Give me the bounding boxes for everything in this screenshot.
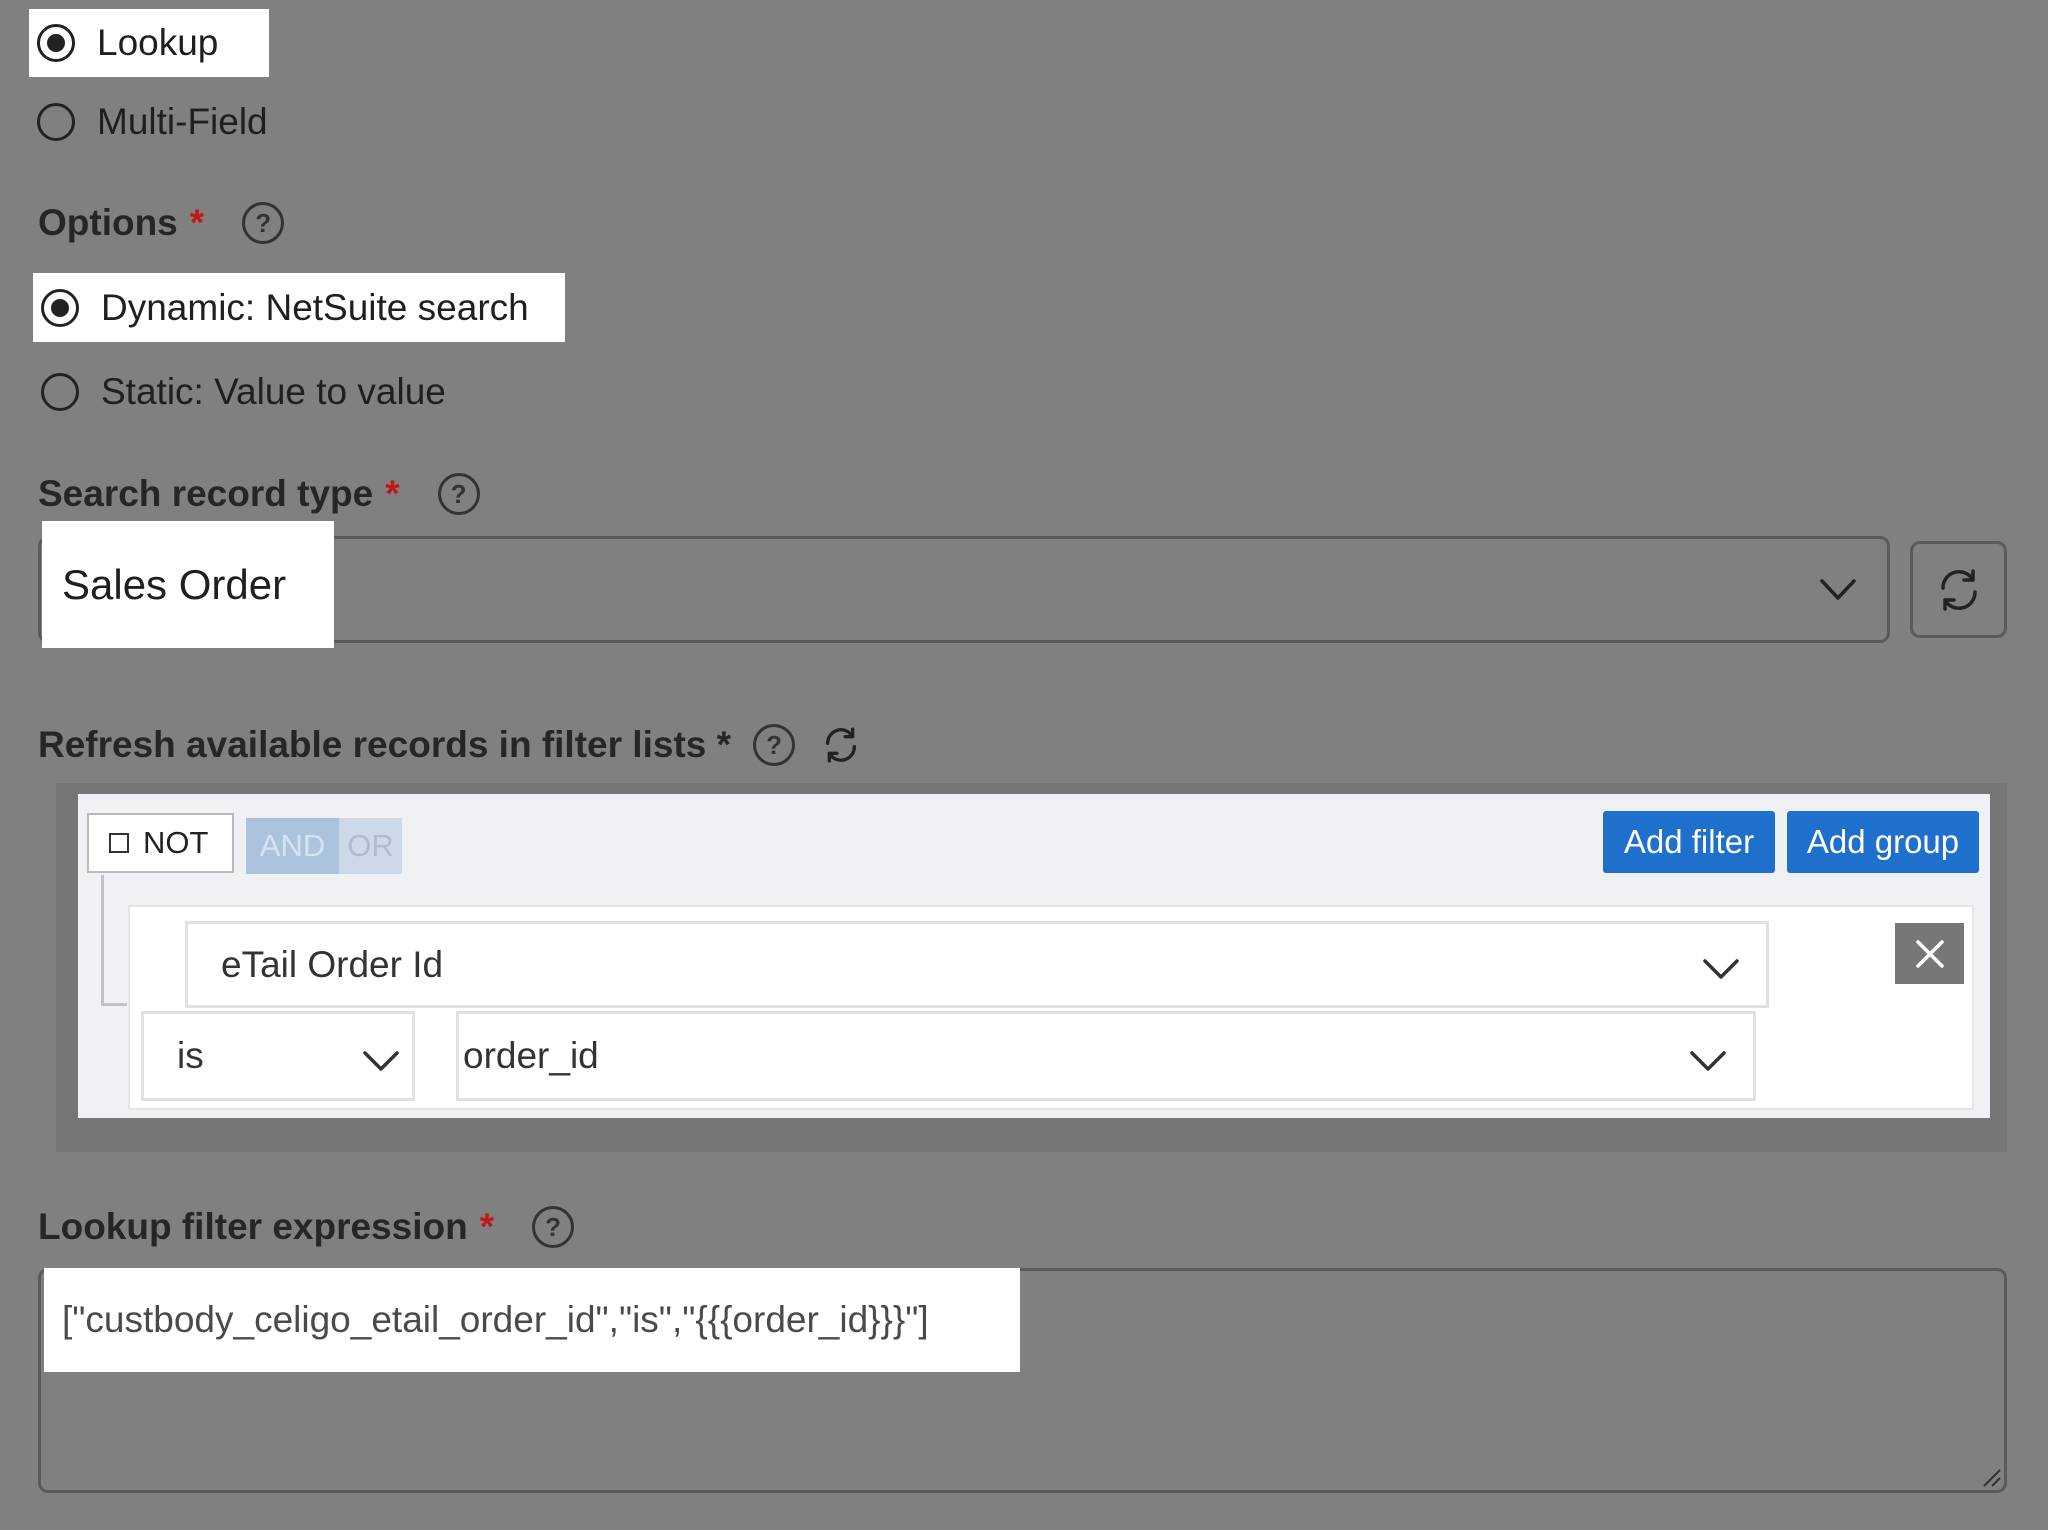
- add-filter-label: Add filter: [1623, 823, 1755, 860]
- search-record-type-label: Search record type: [38, 473, 374, 514]
- options-label: Options: [38, 202, 178, 243]
- filter-lists-label-row: Refresh available records in filter list…: [38, 720, 861, 770]
- lookup-filter-expression-value: ["custbody_celigo_etail_order_id","is","…: [62, 1299, 929, 1340]
- not-label: NOT: [143, 825, 209, 860]
- search-record-type-value: Sales Order: [62, 560, 287, 608]
- radio-button-unchecked[interactable]: [41, 373, 79, 411]
- chevron-down-icon: [1703, 959, 1739, 979]
- question-circle-icon[interactable]: ?: [753, 724, 796, 766]
- delete-rule-button[interactable]: [1895, 923, 1964, 984]
- radio-label-multi-field: Multi-Field: [97, 101, 268, 142]
- lookup-filter-expression-label: Lookup filter expression: [38, 1206, 468, 1247]
- options-label-row: Options * ?: [38, 198, 285, 248]
- add-group-label: Add group: [1806, 823, 1960, 860]
- chevron-down-icon: [363, 1051, 399, 1071]
- filter-builder: NOT AND OR Add filter Add group eTail Or…: [78, 794, 1990, 1118]
- radio-option-multi-field[interactable]: Multi-Field: [29, 88, 349, 156]
- group-connector: [101, 875, 127, 1006]
- close-icon: [1915, 939, 1944, 968]
- required-marker: *: [385, 473, 400, 514]
- chevron-down-icon: [1690, 1051, 1726, 1071]
- radio-option-dynamic[interactable]: Dynamic: NetSuite search: [33, 273, 565, 342]
- radio-label-static: Static: Value to value: [101, 371, 446, 412]
- not-toggle[interactable]: NOT: [87, 813, 234, 873]
- refresh-icon[interactable]: [821, 725, 861, 765]
- and-button[interactable]: AND: [246, 818, 339, 874]
- radio-button-checked[interactable]: [41, 288, 79, 327]
- chevron-down-icon[interactable]: [1818, 572, 1858, 608]
- and-label: AND: [259, 828, 326, 863]
- rule-operator-select[interactable]: is: [141, 1011, 415, 1101]
- required-marker: *: [189, 202, 205, 243]
- rule-operator-value: is: [177, 1035, 204, 1076]
- question-circle-icon[interactable]: ?: [437, 473, 480, 515]
- question-circle-icon[interactable]: ?: [242, 202, 285, 244]
- radio-option-static[interactable]: Static: Value to value: [33, 358, 533, 426]
- filter-rule: eTail Order Id is order_id: [128, 905, 1974, 1110]
- add-filter-button[interactable]: Add filter: [1603, 811, 1775, 873]
- checkbox-icon[interactable]: [109, 833, 129, 853]
- refresh-icon: [1941, 569, 1977, 611]
- search-record-type-value-box: Sales Order: [42, 521, 334, 648]
- rule-value: order_id: [463, 1035, 599, 1076]
- or-label: OR: [347, 828, 394, 863]
- search-record-type-label-row: Search record type * ?: [38, 469, 480, 519]
- add-group-button[interactable]: Add group: [1787, 811, 1979, 873]
- radio-button-checked[interactable]: [37, 24, 75, 62]
- resize-handle-icon[interactable]: [1980, 1466, 2002, 1488]
- radio-label-lookup: Lookup: [97, 22, 219, 63]
- filter-lists-label: Refresh available records in filter list…: [38, 724, 732, 765]
- rule-field-value: eTail Order Id: [221, 943, 444, 985]
- refresh-record-types-button[interactable]: [1910, 541, 2007, 638]
- rule-value-select[interactable]: order_id: [456, 1011, 1756, 1101]
- rule-field-select[interactable]: eTail Order Id: [185, 921, 1769, 1008]
- radio-label-dynamic: Dynamic: NetSuite search: [101, 286, 529, 328]
- lookup-filter-expression-value-box: ["custbody_celigo_etail_order_id","is","…: [44, 1268, 1020, 1372]
- lookup-filter-expression-label-row: Lookup filter expression * ?: [38, 1202, 575, 1252]
- radio-button-unchecked[interactable]: [37, 103, 75, 141]
- radio-option-lookup[interactable]: Lookup: [29, 9, 269, 77]
- required-marker: *: [479, 1206, 495, 1247]
- question-circle-icon[interactable]: ?: [532, 1206, 575, 1248]
- or-button[interactable]: OR: [339, 818, 402, 874]
